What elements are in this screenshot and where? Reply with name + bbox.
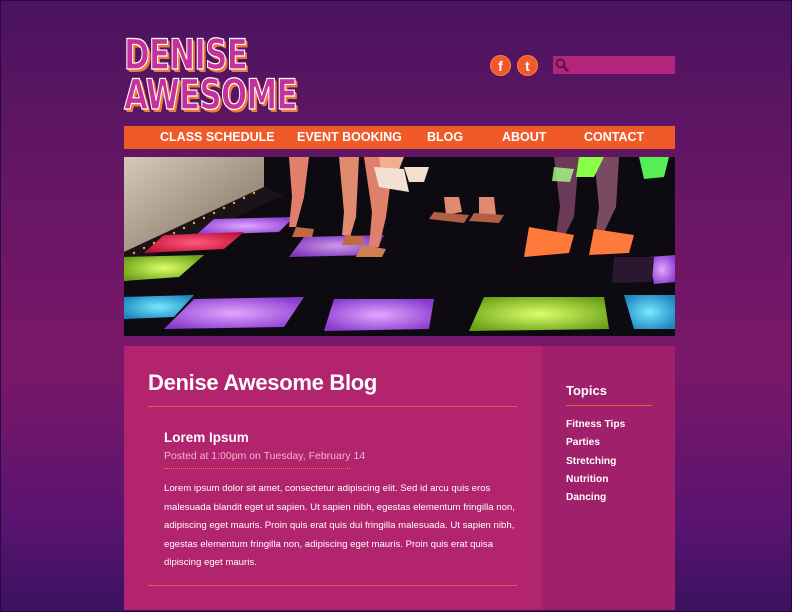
topic-nutrition[interactable]: Nutrition: [566, 471, 625, 489]
page-title: Denise Awesome Blog: [148, 370, 378, 395]
search-icon[interactable]: [553, 56, 571, 74]
topics-divider: [566, 405, 652, 406]
social-links: f t: [490, 55, 538, 76]
logo-line-2: AWESOME: [124, 70, 299, 119]
hero-image: [124, 157, 675, 336]
facebook-icon[interactable]: f: [490, 55, 511, 76]
dance-floor-photo: [124, 157, 675, 336]
topics-heading: Topics: [566, 383, 607, 398]
twitter-icon[interactable]: t: [517, 55, 538, 76]
nav-contact[interactable]: CONTACT: [584, 130, 644, 144]
topic-dancing[interactable]: Dancing: [566, 489, 625, 507]
topics-list: Fitness Tips Parties Stretching Nutritio…: [566, 416, 625, 507]
search-bar: [553, 56, 675, 74]
nav-event-booking[interactable]: EVENT BOOKING: [297, 130, 402, 144]
main-nav: CLASS SCHEDULE EVENT BOOKING BLOG ABOUT …: [124, 126, 675, 149]
post-meta: Posted at 1:00pm on Tuesday, February 14: [164, 450, 366, 462]
topics-sidebar: Topics Fitness Tips Parties Stretching N…: [542, 346, 675, 610]
post-title[interactable]: Lorem Ipsum: [164, 430, 249, 445]
post-meta-divider: [164, 468, 350, 469]
title-divider: [148, 406, 517, 407]
post-end-divider: [148, 585, 517, 586]
site-logo[interactable]: DENISE AWESOME: [122, 33, 322, 120]
blog-content: Denise Awesome Blog Lorem Ipsum Posted a…: [124, 346, 542, 610]
nav-blog[interactable]: BLOG: [427, 130, 463, 144]
topic-parties[interactable]: Parties: [566, 434, 625, 452]
twitter-label: t: [525, 57, 530, 74]
facebook-label: f: [498, 57, 503, 74]
nav-about[interactable]: ABOUT: [502, 130, 546, 144]
nav-class-schedule[interactable]: CLASS SCHEDULE: [160, 130, 275, 144]
search-input[interactable]: [571, 56, 671, 74]
topic-stretching[interactable]: Stretching: [566, 453, 625, 471]
post-body: Lorem ipsum dolor sit amet, consectetur …: [164, 483, 515, 568]
topic-fitness-tips[interactable]: Fitness Tips: [566, 416, 625, 434]
